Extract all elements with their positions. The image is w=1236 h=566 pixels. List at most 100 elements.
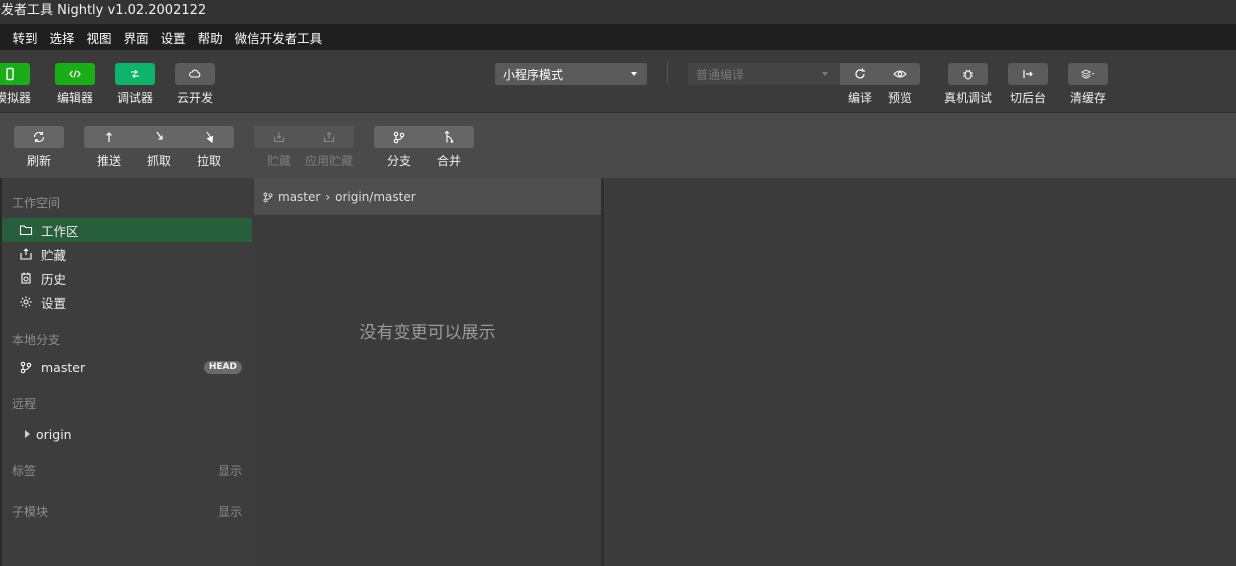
phone-icon: [0, 63, 30, 85]
mode-select[interactable]: 小程序模式: [495, 63, 647, 85]
switch-icon: [1008, 63, 1048, 85]
branch-icon: [263, 191, 273, 202]
workspace-section-title: 工作空间: [12, 196, 61, 210]
diff-detail-panel: [604, 178, 1236, 566]
changes-panel: master › origin/master 没有变更可以展示: [254, 178, 601, 566]
menu-select[interactable]: 选择: [50, 28, 75, 47]
cloud-dev-label: 云开发: [176, 91, 213, 105]
background-label: 切后台: [1009, 91, 1046, 105]
branch-status-bar: master › origin/master: [254, 178, 601, 215]
folder-icon: [19, 225, 33, 236]
menu-help[interactable]: 帮助: [198, 28, 223, 47]
tags-show-link[interactable]: 显示: [218, 462, 242, 479]
simulator-toggle[interactable]: 模拟器: [0, 63, 31, 106]
chevron-right-icon: ›: [325, 189, 331, 204]
fetch-button[interactable]: 抓取: [134, 126, 184, 169]
sidebar-item-label: 历史: [41, 271, 67, 287]
code-icon: [55, 63, 95, 85]
apply-stash-icon: [304, 126, 354, 148]
caret-right-icon: [25, 430, 30, 438]
sidebar-item-label: 贮藏: [41, 247, 67, 263]
cloud-icon: [175, 63, 215, 85]
sidebar-item-label: 设置: [41, 295, 67, 311]
refresh-label: 刷新: [26, 154, 51, 168]
cloud-dev-button[interactable]: 云开发: [175, 63, 215, 106]
compile-mode-value: 普通编译: [696, 67, 745, 82]
editor-toggle[interactable]: 编辑器: [55, 63, 95, 106]
gear-icon: [20, 296, 32, 308]
refresh-icon: [14, 126, 64, 148]
mode-select-value: 小程序模式: [503, 67, 564, 82]
window-title: 开发者工具 Nightly v1.02.2002122: [0, 3, 207, 18]
empty-changes-message: 没有变更可以展示: [359, 323, 496, 343]
sidebar-item-settings[interactable]: 设置: [2, 290, 252, 314]
sidebar-item-history[interactable]: 历史: [2, 266, 252, 290]
title-bar: 开发者工具 Nightly v1.02.2002122: [0, 0, 1236, 24]
debugger-toggle[interactable]: 调试器: [115, 63, 155, 106]
submodule-section-title: 子模块: [12, 505, 49, 519]
sidebar-item-workspace[interactable]: 工作区: [2, 218, 252, 242]
compile-button[interactable]: 编译: [840, 63, 880, 106]
remote-section-title: 远程: [12, 397, 37, 411]
current-branch: master: [278, 189, 321, 204]
menu-bar: 具 转到 选择 视图 界面 设置 帮助 微信开发者工具: [0, 24, 1236, 50]
refresh-button[interactable]: 刷新: [14, 126, 64, 169]
remote-debug-label: 真机调试: [944, 91, 993, 105]
branch-icon: [20, 361, 32, 374]
menu-interface[interactable]: 界面: [124, 28, 149, 47]
remote-origin[interactable]: origin: [2, 422, 252, 446]
branch-button[interactable]: 分支: [374, 126, 424, 169]
pull-button[interactable]: 拉取: [184, 126, 234, 169]
editor-label: 编辑器: [56, 91, 93, 105]
eye-icon: [880, 63, 920, 85]
main-toolbar: 模拟器 编辑器 调试器 云开发 小程序模式 普通编译 编译 预览 真机调试 切后…: [0, 50, 1236, 112]
chevron-down-icon: [822, 72, 828, 76]
local-branch-master[interactable]: master HEAD: [2, 355, 252, 379]
fetch-icon: [134, 126, 184, 148]
head-badge: HEAD: [203, 361, 242, 374]
preview-button[interactable]: 预览: [880, 63, 920, 106]
upstream-branch: origin/master: [335, 189, 416, 204]
menu-wechat-devtools[interactable]: 微信开发者工具: [235, 28, 323, 47]
debug-icon: [115, 63, 155, 85]
branch-label: 分支: [386, 154, 411, 168]
sidebar-item-stash[interactable]: 贮藏: [2, 242, 252, 266]
merge-button[interactable]: 合并: [424, 126, 474, 169]
compile-label: 编译: [847, 91, 872, 105]
simulator-label: 模拟器: [0, 91, 32, 105]
tags-section-title: 标签: [12, 464, 37, 478]
menu-goto[interactable]: 转到: [13, 28, 38, 47]
pull-label: 拉取: [196, 154, 221, 168]
local-branch-section-title: 本地分支: [12, 333, 61, 347]
merge-label: 合并: [436, 154, 461, 168]
pull-icon: [184, 126, 234, 148]
background-button[interactable]: 切后台: [1008, 63, 1048, 106]
refresh-icon: [840, 63, 880, 85]
menu-tools[interactable]: 具: [0, 28, 1, 47]
push-icon: [84, 126, 134, 148]
menu-view[interactable]: 视图: [87, 28, 112, 47]
submodule-show-link[interactable]: 显示: [218, 503, 242, 520]
clear-cache-label: 清缓存: [1069, 91, 1106, 105]
bug-icon: [948, 63, 988, 85]
sidebar-item-label: 工作区: [41, 223, 79, 239]
preview-label: 预览: [887, 91, 912, 105]
push-label: 推送: [96, 154, 121, 168]
git-toolbar: 刷新 推送 抓取 拉取 贮藏 应用贮藏 分支 合并: [0, 112, 1236, 178]
stash-button: 贮藏: [254, 126, 304, 169]
merge-icon: [424, 126, 474, 148]
compile-mode-select[interactable]: 普通编译: [688, 63, 840, 85]
remote-debug-button[interactable]: 真机调试: [944, 63, 992, 106]
menu-settings[interactable]: 设置: [161, 28, 186, 47]
debugger-label: 调试器: [116, 91, 153, 105]
remote-name: origin: [36, 426, 72, 442]
push-button[interactable]: 推送: [84, 126, 134, 169]
stash-icon: [254, 126, 304, 148]
git-sidebar: 工作空间 工作区 贮藏 历史 设置 本地分支 master HEAD 远程 or…: [0, 178, 252, 566]
branch-icon: [374, 126, 424, 148]
layers-icon: [1068, 63, 1108, 85]
apply-stash-label: 应用贮藏: [304, 154, 353, 168]
toolbar-divider: [667, 62, 668, 84]
local-branch-name: master: [41, 359, 86, 375]
clear-cache-button[interactable]: 清缓存: [1068, 63, 1108, 106]
